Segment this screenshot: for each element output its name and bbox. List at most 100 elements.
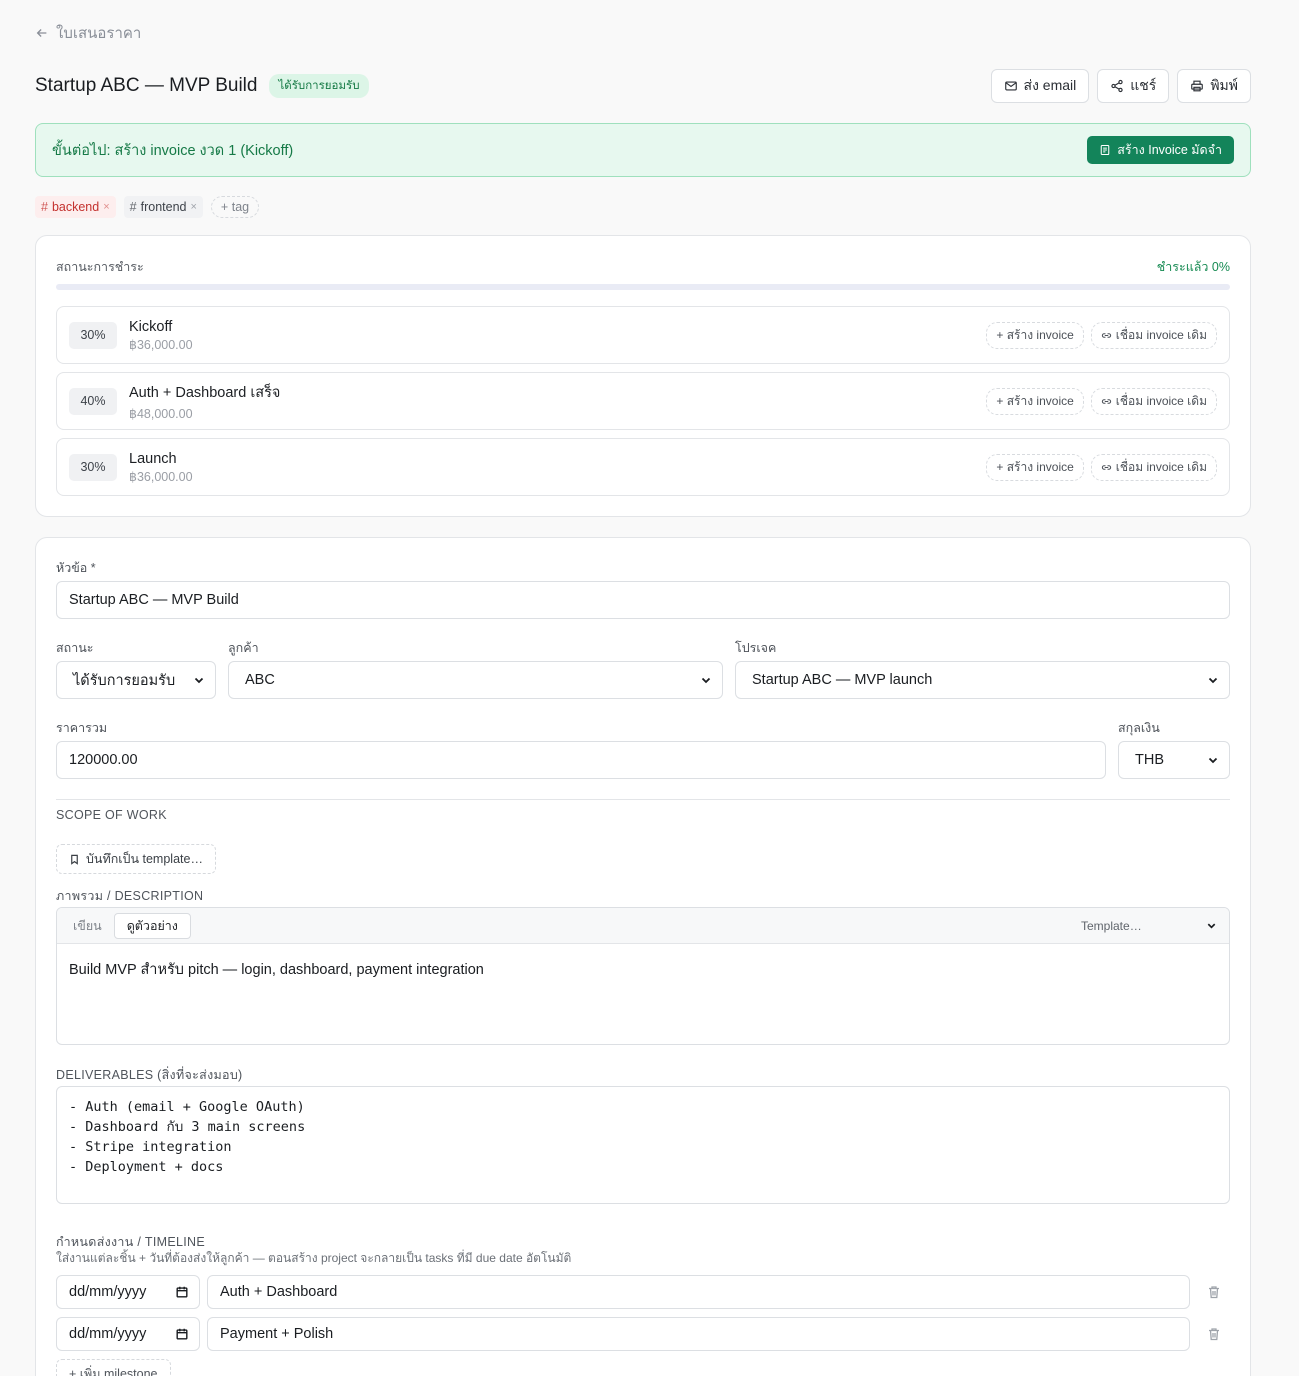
description-heading: ภาพรวม / DESCRIPTION [56,889,204,903]
trash-icon[interactable] [1206,1284,1222,1300]
timeline-task-input[interactable]: Auth + Dashboard [207,1275,1190,1309]
send-email-button[interactable]: ส่ง email [990,69,1090,103]
remove-tag-icon[interactable]: × [103,201,109,213]
next-step-banner: ขั้นต่อไป: สร้าง invoice งวด 1 (Kickoff)… [35,123,1251,177]
print-label: พิมพ์ [1210,77,1238,93]
status-label: สถานะ [56,641,94,655]
payment-milestone-row: 40% Auth + Dashboard เสร็จ ฿48,000.00 + … [56,372,1230,430]
share-icon [1111,79,1123,93]
deliverables-heading: DELIVERABLES (สิ่งที่จะส่งมอบ) [56,1068,243,1082]
total-price-input[interactable]: 120000.00 [56,741,1106,779]
timeline-task-input[interactable]: Payment + Polish [207,1317,1190,1351]
page-header: Startup ABC — MVP Build ได้รับการยอมรับ … [35,68,1251,104]
share-label: แชร์ [1130,77,1157,93]
deliverable-line: - Auth (email + Google OAuth) [69,1099,305,1115]
milestone-percent: 30% [69,453,117,481]
template-select[interactable]: Template… [1081,919,1225,933]
deliverable-line: - Dashboard กับ 3 main screens [69,1119,306,1135]
next-step-text: ขั้นต่อไป: สร้าง invoice งวด 1 (Kickoff) [52,142,294,159]
page-title: Startup ABC — MVP Build [35,75,258,96]
milestone-name: Auth + Dashboard เสร็จ [129,385,281,401]
tag-backend[interactable]: # backend × [35,196,116,218]
chevron-down-icon [1207,923,1216,929]
chevron-down-icon [701,677,711,684]
plus-icon: + [220,200,229,214]
create-invoice-label: + สร้าง invoice [996,459,1074,474]
client-select[interactable]: ABC [228,661,723,699]
milestone-name: Kickoff [129,318,173,335]
add-milestone-button[interactable]: + เพิ่ม milestone [56,1359,171,1376]
trash-icon[interactable] [1206,1326,1222,1342]
payment-status-card: สถานะการชำระ ชำระแล้ว 0% 30% Kickoff ฿36… [35,235,1251,517]
tag-label: backend [51,200,100,214]
total-price-label: ราคารวม [56,721,108,735]
subject-input[interactable]: Startup ABC — MVP Build [56,581,1230,619]
date-placeholder: dd/mm/yyyy [69,1326,147,1342]
back-link-label: ใบเสนอราคา [56,25,142,42]
currency-select[interactable]: THB [1118,741,1230,779]
link-invoice-label: เชื่อม invoice เดิม [1115,459,1207,474]
arrow-left-icon [36,29,47,37]
calendar-icon[interactable] [175,1285,189,1299]
bookmark-icon [71,854,78,865]
client-select-value: ABC [245,672,275,688]
template-select-value: Template… [1081,918,1142,933]
status-badge: ได้รับการยอมรับ [269,74,369,98]
create-invoice-button[interactable]: + สร้าง invoice [986,453,1084,481]
currency-select-value: THB [1135,752,1164,768]
timeline-hint: ใส่งานแต่ละชิ้น + วันที่ต้องส่งให้ลูกค้า… [56,1251,572,1265]
tag-label: frontend [140,200,187,214]
status-select-value: ได้รับการยอมรับ [73,672,176,689]
print-button[interactable]: พิมพ์ [1177,69,1251,103]
tab-preview[interactable]: ดูตัวอย่าง [113,912,191,939]
calendar-icon[interactable] [175,1327,189,1341]
receipt-icon [1101,144,1110,156]
tag-frontend[interactable]: # frontend × [123,196,203,218]
save-as-template-label: บันทึกเป็น template… [86,852,203,866]
add-tag-button[interactable]: + tag [210,196,260,218]
link-invoice-button[interactable]: เชื่อม invoice เดิม [1090,387,1217,415]
back-link[interactable]: ใบเสนอราคา [35,21,141,45]
timeline-date-input[interactable]: dd/mm/yyyy [56,1317,200,1351]
tab-write[interactable]: เขียน [61,913,114,939]
project-select-value: Startup ABC — MVP launch [752,672,933,688]
project-select[interactable]: Startup ABC — MVP launch [735,661,1230,699]
deliverable-line: - Deployment + docs [69,1159,224,1175]
project-label: โปรเจค [735,641,777,655]
editor-toolbar: เขียน ดูตัวอย่าง Template… [57,908,1229,944]
link-invoice-button[interactable]: เชื่อม invoice เดิม [1090,453,1217,481]
payment-status-heading: สถานะการชำระ [56,260,144,274]
status-select[interactable]: ได้รับการยอมรับ [56,661,216,699]
date-placeholder: dd/mm/yyyy [69,1284,147,1300]
payment-milestone-row: 30% Kickoff ฿36,000.00 + สร้าง invoice เ… [56,306,1230,364]
create-invoice-button[interactable]: + สร้าง invoice [986,387,1084,415]
timeline-date-input[interactable]: dd/mm/yyyy [56,1275,200,1309]
milestone-amount: ฿48,000.00 [129,407,193,421]
create-deposit-invoice-label: สร้าง Invoice มัดจำ [1117,143,1222,157]
milestone-amount: ฿36,000.00 [129,337,193,352]
remove-tag-icon[interactable]: × [190,201,196,213]
share-button[interactable]: แชร์ [1097,69,1170,103]
hash-icon: # [129,200,137,214]
chevron-down-icon [1208,677,1218,684]
link-icon [1101,398,1111,404]
deliverables-textarea[interactable]: - Auth (email + Google OAuth) - Dashboar… [56,1086,1230,1204]
scope-of-work-heading: SCOPE OF WORK [56,808,167,822]
payment-progress-bar [56,284,1230,290]
save-as-template-button[interactable]: บันทึกเป็น template… [56,844,216,874]
section-divider [56,799,1230,800]
milestone-amount: ฿36,000.00 [129,469,193,484]
link-icon [1101,332,1111,338]
paid-percent-label: ชำระแล้ว 0% [1156,260,1230,274]
send-email-label: ส่ง email [1023,77,1077,93]
create-invoice-label: + สร้าง invoice [996,393,1074,408]
create-invoice-label: + สร้าง invoice [996,327,1074,342]
link-invoice-label: เชื่อม invoice เดิม [1115,393,1207,408]
create-invoice-button[interactable]: + สร้าง invoice [986,321,1084,349]
create-deposit-invoice-button[interactable]: สร้าง Invoice มัดจำ [1087,136,1234,164]
printer-icon [1191,80,1204,92]
link-invoice-button[interactable]: เชื่อม invoice เดิม [1090,321,1217,349]
chevron-down-icon [1208,757,1218,764]
subject-label: หัวข้อ * [56,561,96,575]
deliverable-line: - Stripe integration [69,1139,232,1155]
